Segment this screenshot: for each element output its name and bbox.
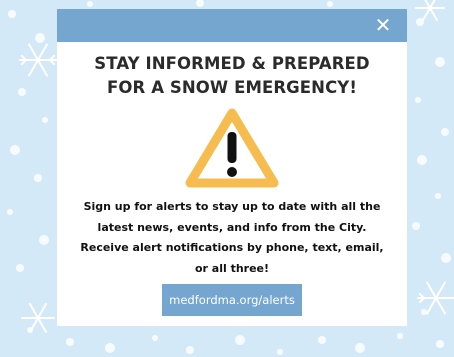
description-line: latest news, events, and info from the C… bbox=[97, 220, 367, 234]
signup-description: Sign up for alerts to stay up to date wi… bbox=[57, 197, 407, 279]
alert-signup-modal: ✕ STAY INFORMED & PREPARED FOR A SNOW EM… bbox=[57, 9, 407, 326]
description-line: Sign up for alerts to stay up to date wi… bbox=[83, 200, 381, 213]
headline-line-1: STAY INFORMED & PREPARED bbox=[94, 54, 370, 73]
close-button[interactable]: ✕ bbox=[372, 13, 394, 37]
description-line: Receive alert notifications by phone, te… bbox=[80, 241, 384, 254]
modal-headline: STAY INFORMED & PREPARED FOR A SNOW EMER… bbox=[57, 52, 407, 100]
description-line: or all three! bbox=[194, 261, 270, 275]
warning-triangle-icon bbox=[185, 108, 279, 188]
alerts-signup-link-button[interactable]: medfordma.org/alerts bbox=[162, 284, 302, 316]
headline-line-2: FOR A SNOW EMERGENCY! bbox=[107, 78, 357, 97]
close-icon: ✕ bbox=[374, 13, 392, 37]
page: { "background": { "color": "#d3e9f7", "d… bbox=[0, 0, 454, 357]
modal-header-bar: ✕ bbox=[57, 9, 407, 42]
